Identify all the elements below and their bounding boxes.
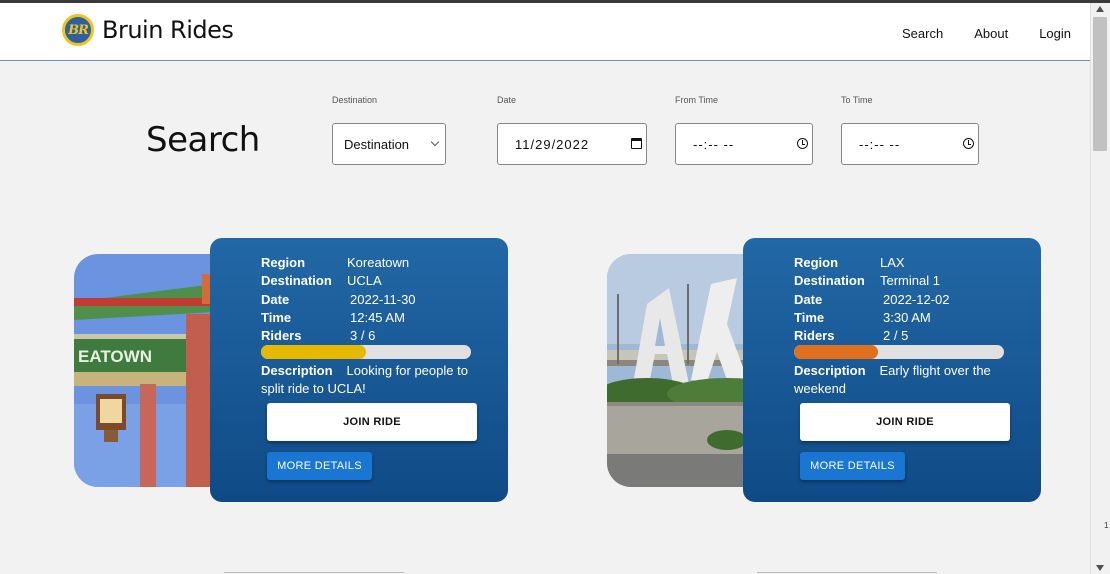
chevron-down-icon: [430, 137, 440, 147]
destination-select-value: Destination: [344, 136, 410, 152]
divider: [224, 572, 404, 573]
destination-select[interactable]: Destination: [332, 123, 446, 165]
riders-progress-fill: [794, 345, 878, 359]
scroll-up-arrow-icon[interactable]: [1096, 6, 1104, 12]
more-details-button[interactable]: MORE DETAILS: [267, 452, 372, 480]
scroll-marker: 1: [1104, 521, 1109, 530]
destination-label: Destination: [794, 273, 865, 288]
region-value: LAX: [880, 255, 905, 270]
destination-label: Destination: [332, 95, 378, 105]
join-ride-button[interactable]: JOIN RIDE: [267, 403, 477, 441]
destination-value: Terminal 1: [880, 273, 940, 288]
to-time-input[interactable]: --:-- --: [841, 123, 979, 165]
to-time-value: --:-- --: [859, 136, 901, 152]
from-time-value: --:-- --: [693, 136, 735, 152]
scroll-down-arrow-icon[interactable]: [1096, 565, 1104, 571]
ride-card: EATOWN Region Koreatown Destination UCLA…: [74, 238, 508, 502]
page-scrollbar[interactable]: 1: [1090, 3, 1110, 574]
calendar-icon[interactable]: [631, 138, 642, 149]
time-value: 3:30 AM: [883, 310, 931, 325]
more-details-button[interactable]: MORE DETAILS: [800, 452, 905, 480]
navbar: BR Bruin Rides Search About Login: [0, 3, 1090, 61]
ride-info-panel: Region Koreatown Destination UCLA Date 2…: [210, 238, 508, 502]
divider: [757, 572, 937, 573]
date-value: 2022-12-02: [883, 292, 950, 307]
nav-login-link[interactable]: Login: [1039, 26, 1071, 41]
date-input-value: 11/29/2022: [515, 136, 590, 152]
nav-search-link[interactable]: Search: [902, 26, 943, 41]
clock-icon[interactable]: [797, 138, 808, 149]
scroll-thumb[interactable]: [1093, 17, 1107, 151]
date-value: 2022-11-30: [350, 292, 416, 307]
riders-progress-fill: [261, 345, 366, 359]
region-label: Region: [261, 255, 306, 270]
destination-label: Destination: [261, 273, 332, 288]
description-label: Description: [261, 363, 333, 378]
destination-value: UCLA: [347, 273, 382, 288]
riders-value: 3 / 6: [350, 328, 376, 343]
riders-progress-bar: [261, 345, 471, 359]
nav-about-link[interactable]: About: [974, 26, 1008, 41]
nav-links: Search About Login: [871, 26, 1071, 41]
brand[interactable]: BR Bruin Rides: [62, 14, 234, 46]
riders-label: Riders: [261, 328, 302, 343]
time-value: 12:45 AM: [350, 310, 405, 325]
description: Description Early flight over the weekend: [794, 362, 1014, 398]
time-label: Time: [261, 310, 292, 325]
description-label: Description: [794, 363, 866, 378]
date-label: Date: [794, 292, 823, 307]
app-name: Bruin Rides: [102, 16, 234, 44]
join-ride-button[interactable]: JOIN RIDE: [800, 403, 1010, 441]
riders-value: 2 / 5: [883, 328, 909, 343]
svg-text:EATOWN: EATOWN: [78, 347, 152, 366]
date-label: Date: [261, 292, 290, 307]
date-label: Date: [497, 95, 517, 105]
clock-icon[interactable]: [963, 138, 974, 149]
date-input[interactable]: 11/29/2022: [497, 123, 647, 165]
search-heading: Search: [146, 120, 260, 160]
to-time-label: To Time: [841, 95, 873, 105]
region-label: Region: [794, 255, 839, 270]
ride-info-panel: Region LAX Destination Terminal 1 Date 2…: [743, 238, 1041, 502]
ride-card: Region LAX Destination Terminal 1 Date 2…: [607, 238, 1041, 502]
from-time-input[interactable]: --:-- --: [675, 123, 813, 165]
bruin-rides-logo: BR: [62, 14, 94, 46]
region-value: Koreatown: [347, 255, 410, 270]
from-time-label: From Time: [675, 95, 719, 105]
description: Description Looking for people to split r…: [261, 362, 481, 398]
riders-progress-bar: [794, 345, 1004, 359]
riders-label: Riders: [794, 328, 835, 343]
time-label: Time: [794, 310, 825, 325]
